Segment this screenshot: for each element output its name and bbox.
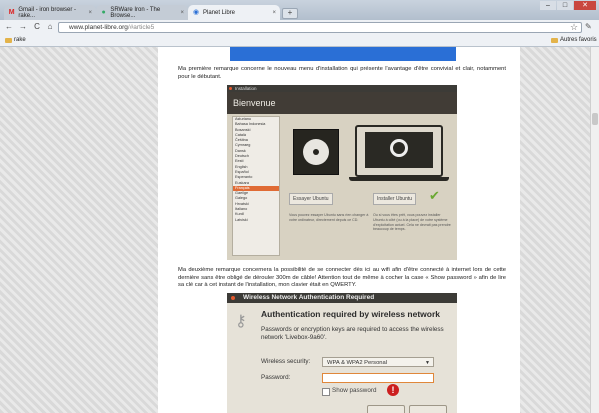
show-password-checkbox [322, 388, 330, 396]
folder-icon [551, 38, 558, 43]
dialog-heading: Authentication required by wireless netw… [261, 309, 441, 319]
install-description: Ou si vous êtes prêt, vous pouvez instal… [373, 213, 451, 232]
bookmark-label: Autres favoris [560, 37, 597, 43]
tab-gmail[interactable]: M Gmail - iron browser - rake... × [4, 5, 96, 20]
security-select: WPA & WPA2 Personal ▼ [322, 357, 434, 367]
scrollbar-thumb[interactable] [592, 113, 598, 125]
password-label: Password: [261, 374, 291, 381]
planet-icon: ◉ [192, 8, 200, 16]
close-icon[interactable]: × [88, 10, 92, 16]
close-icon[interactable]: × [180, 10, 184, 16]
folder-icon [5, 38, 12, 43]
close-dot-icon [229, 87, 232, 90]
list-item: Latviski [235, 217, 248, 222]
tab-label: Gmail - iron browser - rake... [18, 6, 77, 19]
security-value: WPA & WPA2 Personal [327, 360, 388, 366]
cd-icon [293, 129, 339, 175]
checkmark-icon: ✔ [429, 188, 440, 203]
url-path: /#article5 [127, 24, 155, 31]
tab-label: Planet Libre [203, 9, 236, 16]
key-icon: ⚷ [235, 313, 247, 330]
wrench-icon[interactable]: ✎ [585, 22, 592, 31]
page-viewport: Ma première remarque concerne le nouveau… [0, 47, 590, 413]
maximize-button[interactable]: □ [557, 1, 573, 10]
gmail-icon: M [8, 8, 15, 16]
bookmark-label: rake [14, 37, 26, 43]
back-button[interactable]: ← [4, 22, 14, 32]
title-bar: M Gmail - iron browser - rake... × ● SRW… [0, 0, 599, 20]
dialog-title: Wireless Network Authentication Required [243, 294, 375, 301]
paragraph-1: Ma première remarque concerne le nouveau… [178, 66, 506, 80]
close-icon[interactable]: × [272, 10, 276, 16]
home-button[interactable]: ⌂ [45, 22, 55, 32]
toolbar: ← → C ⌂ www.planet-libre.org/#article5 [0, 20, 599, 35]
tab-srware[interactable]: ● SRWare Iron - The Browse... × [96, 5, 188, 20]
laptop-base [349, 177, 449, 181]
installer-titlebar: Installation [227, 85, 457, 92]
password-field [322, 373, 434, 383]
installer-heading: Bienvenue [227, 92, 457, 114]
new-tab-button[interactable]: + [282, 8, 298, 19]
dialog-description: Passwords or encryption keys are require… [261, 326, 444, 341]
star-icon[interactable]: ☆ [570, 22, 578, 33]
banner-bar [230, 47, 456, 61]
wifi-dialog-screenshot: Wireless Network Authentication Required… [227, 293, 457, 413]
reload-button[interactable]: C [32, 22, 42, 32]
show-password-label: Show password [332, 387, 377, 394]
install-ubuntu-button: Installer Ubuntu [373, 193, 417, 205]
url-host: www.planet-libre.org [69, 24, 128, 31]
laptop-icon [355, 125, 443, 177]
ubuntu-logo-icon [390, 139, 408, 157]
chevron-down-icon: ▼ [425, 360, 430, 366]
installer-window-title: Installation [235, 86, 257, 91]
dialog-titlebar: Wireless Network Authentication Required [227, 293, 457, 303]
close-window-button[interactable]: ✕ [574, 1, 596, 10]
try-ubuntu-button: Essayer Ubuntu [289, 193, 333, 205]
forward-button[interactable]: → [18, 22, 28, 32]
vertical-scrollbar[interactable] [590, 47, 599, 413]
cancel-button [367, 405, 405, 413]
article-page: Ma première remarque concerne le nouveau… [158, 47, 520, 413]
minimize-button[interactable]: – [540, 1, 556, 10]
try-description: Vous pouvez essayer Ubuntu sans rien cha… [289, 213, 369, 222]
close-dot-icon [231, 296, 235, 300]
connect-button [409, 405, 447, 413]
bookmarks-bar: rake Autres favoris [0, 35, 599, 47]
bookmark-rake[interactable]: rake [5, 36, 26, 45]
tab-planet-libre[interactable]: ◉ Planet Libre × [188, 5, 280, 20]
tab-label: SRWare Iron - The Browse... [110, 6, 161, 19]
security-label: Wireless security: [261, 358, 311, 365]
language-list: Asturianu Bahasa Indonesia Bosanski Cata… [232, 116, 280, 256]
warning-icon: ! [387, 384, 399, 396]
paragraph-2: Ma deuxième remarque concernera la possi… [178, 267, 506, 288]
address-bar[interactable]: www.planet-libre.org/#article5 [58, 22, 582, 33]
installer-screenshot: Installation Bienvenue Asturianu Bahasa … [227, 85, 457, 260]
srware-icon: ● [101, 8, 106, 16]
bookmark-other[interactable]: Autres favoris [551, 36, 597, 45]
